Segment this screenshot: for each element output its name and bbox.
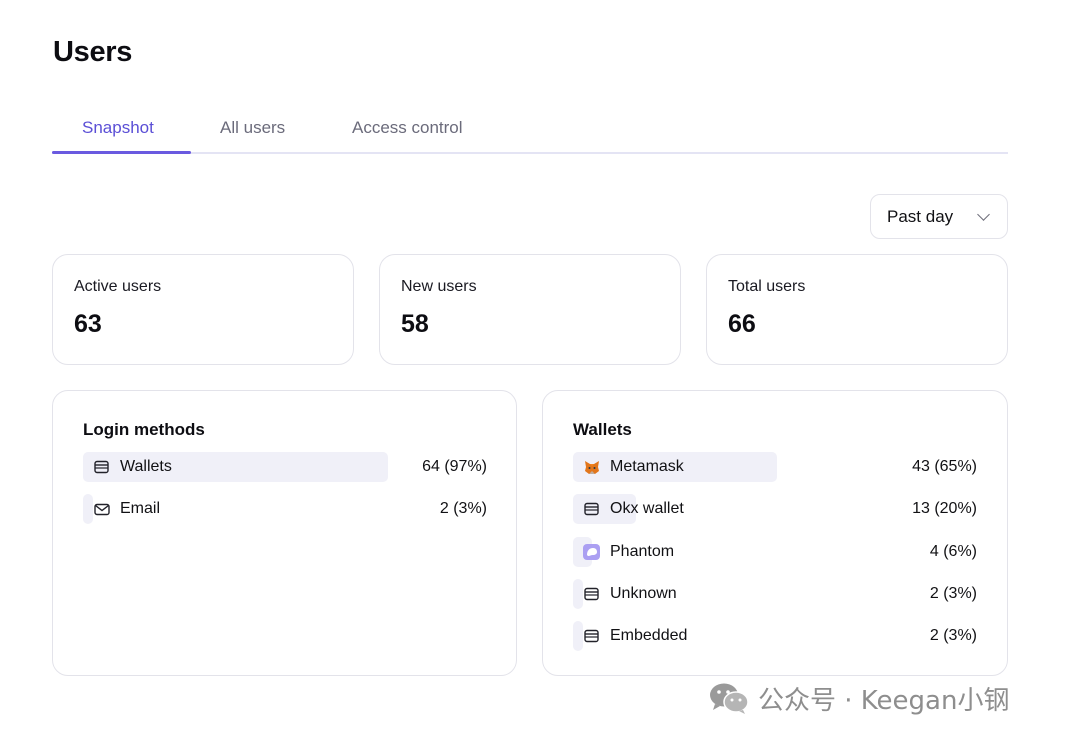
list-item: Unknown 2 (3%)	[573, 578, 977, 609]
wallet-icon	[583, 586, 600, 602]
list-item-value: 2 (3%)	[439, 500, 487, 518]
panel-title: Login methods	[83, 420, 205, 439]
list-item-label: Metamask	[610, 458, 684, 475]
list-item-value: 13 (20%)	[912, 500, 977, 518]
list-item-label: Okx wallet	[610, 500, 684, 518]
stat-value: 63	[74, 310, 102, 338]
stat-card-new-users: New users 58	[379, 254, 681, 365]
list-item-label: Wallets	[120, 458, 172, 475]
list-item: Email 2 (3%)	[83, 494, 487, 525]
stat-card-total-users: Total users 66	[706, 254, 1008, 365]
list-item: Okx wallet 13 (20%)	[573, 494, 977, 525]
list-item: Phantom 4 (6%)	[573, 536, 977, 567]
stat-value: 58	[401, 310, 429, 338]
list-item-value: 43 (65%)	[912, 458, 977, 475]
list-item-label: Embedded	[610, 627, 688, 645]
list-item-label: Phantom	[610, 542, 675, 560]
watermark: 公众号 · Keegan小钢	[708, 678, 1009, 718]
watermark-text: 公众号 · Keegan小钢	[758, 685, 1010, 716]
tab-bar: Snapshot All users Access control	[52, 110, 1008, 154]
list-item-value: 64 (97%)	[422, 458, 487, 475]
phantom-ghost-icon	[583, 543, 600, 560]
chevron-down-icon	[977, 208, 990, 221]
wechat-icon	[708, 681, 750, 715]
tab-all-users[interactable]: All users	[220, 118, 285, 138]
page-title: Users	[53, 36, 133, 68]
stat-card-active-users: Active users 63	[52, 254, 354, 365]
list-item: Wallets 64 (97%)	[83, 452, 487, 482]
list-item: Metamask 43 (65%)	[573, 452, 977, 482]
list-item-label: Email	[120, 500, 161, 518]
wallets-panel: Wallets Metamask 43 (65%) Okx wallet 13 (20…	[542, 390, 1008, 676]
stat-label: Active users	[74, 278, 162, 295]
tab-snapshot[interactable]: Snapshot	[82, 118, 154, 138]
share-bar	[573, 621, 583, 652]
stat-label: New users	[401, 278, 477, 295]
stat-label: Total users	[728, 278, 806, 295]
share-bar	[83, 494, 93, 525]
wallet-icon	[583, 501, 600, 517]
active-tab-indicator	[52, 151, 191, 154]
list-item-value: 4 (6%)	[929, 542, 977, 560]
share-bar	[573, 578, 583, 609]
list-item-value: 2 (3%)	[929, 627, 977, 645]
panel-title: Wallets	[573, 420, 632, 439]
time-range-select[interactable]: Past day	[870, 194, 1008, 239]
mail-icon	[93, 501, 110, 517]
list-item-value: 2 (3%)	[929, 584, 977, 602]
wallet-icon	[93, 459, 110, 475]
stat-value: 66	[728, 310, 756, 338]
time-range-value: Past day	[887, 206, 954, 226]
list-item-label: Unknown	[610, 584, 677, 602]
tab-access-control[interactable]: Access control	[352, 118, 463, 138]
metamask-fox-icon	[583, 459, 600, 475]
login-methods-panel: Login methods Wallets 64 (97%) Email 2 (3%)	[52, 390, 517, 676]
wallet-icon	[583, 628, 600, 644]
list-item: Embedded 2 (3%)	[573, 621, 977, 652]
